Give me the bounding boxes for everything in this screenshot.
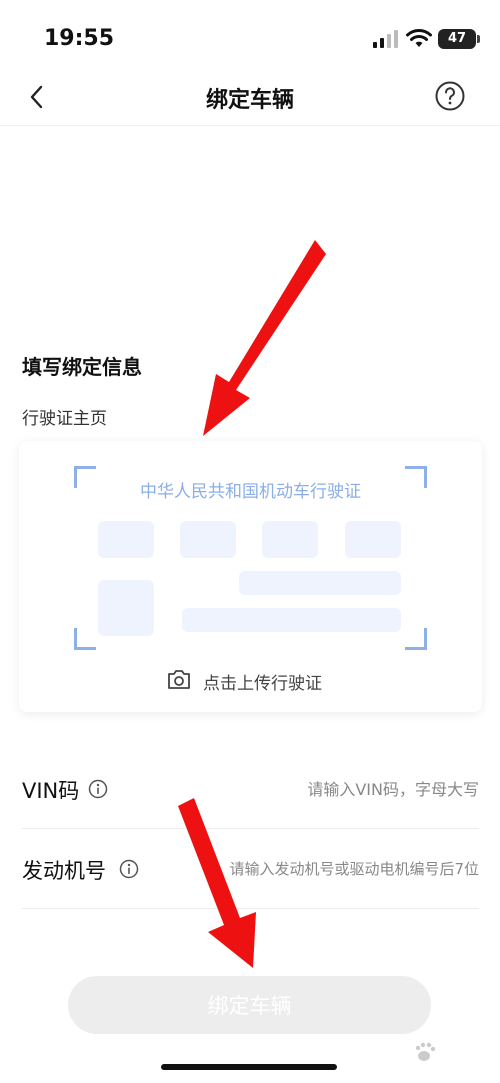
- navigation-bar: 绑定车辆: [0, 70, 500, 126]
- scan-frame-corner: [405, 628, 427, 650]
- license-card-title: 中华人民共和国机动车行驶证: [140, 482, 361, 502]
- license-placeholder-block: [262, 521, 318, 558]
- upload-license-label: 点击上传行驶证: [203, 674, 322, 694]
- cellular-signal-icon: [373, 30, 398, 48]
- license-placeholder-block: [98, 521, 154, 558]
- bind-vehicle-button[interactable]: 绑定车辆: [68, 976, 431, 1034]
- vin-info-icon[interactable]: [88, 779, 108, 799]
- vin-row: VIN码: [22, 749, 479, 829]
- status-time: 19:55: [44, 26, 115, 51]
- engine-number-input[interactable]: [164, 855, 479, 883]
- vin-input[interactable]: [199, 775, 479, 803]
- license-placeholder-block: [180, 521, 236, 558]
- engine-number-label: 发动机号: [22, 859, 106, 883]
- help-question-icon[interactable]: [434, 80, 466, 112]
- scan-frame-corner: [74, 628, 96, 650]
- watermark-logo-icon: [415, 1042, 436, 1061]
- battery-cap: [477, 35, 480, 43]
- license-placeholder-block: [345, 521, 401, 558]
- license-placeholder-line: [182, 608, 401, 632]
- license-photo-placeholder: [98, 580, 154, 636]
- vin-label: VIN码: [22, 779, 80, 803]
- battery-icon: 47: [438, 29, 476, 49]
- license-upload-card[interactable]: 中华人民共和国机动车行驶证 点击上传行驶证: [19, 441, 482, 712]
- home-indicator: [161, 1064, 337, 1070]
- section-title: 填写绑定信息: [22, 355, 142, 379]
- wifi-icon: [406, 29, 432, 47]
- license-placeholder-line: [239, 571, 401, 595]
- annotation-arrow-upload: [203, 240, 326, 436]
- camera-icon: [168, 670, 190, 689]
- engine-number-info-icon[interactable]: [119, 859, 139, 879]
- license-main-page-label: 行驶证主页: [22, 409, 107, 429]
- page-title: 绑定车辆: [205, 88, 294, 113]
- engine-number-row: 发动机号: [22, 829, 479, 909]
- status-bar: 19:55 47: [0, 0, 500, 70]
